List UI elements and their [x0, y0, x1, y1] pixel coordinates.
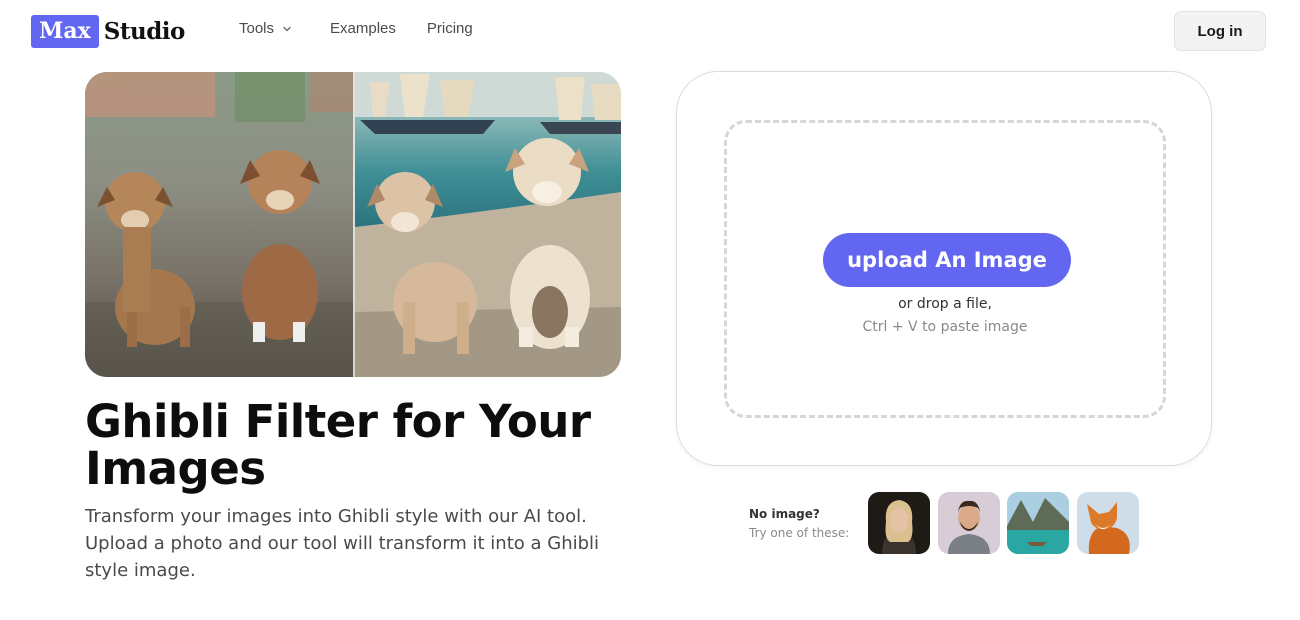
logo-text: Studio [103, 18, 186, 45]
upload-card: upload An Image or drop a file, Ctrl + V… [676, 71, 1212, 466]
drop-file-hint: or drop a file, [898, 296, 992, 312]
samples-label-line1: No image? [749, 507, 820, 521]
hero-before-after-image [85, 72, 621, 377]
login-button[interactable]: Log in [1174, 11, 1266, 51]
sample-thumb-lake[interactable] [1007, 492, 1069, 554]
chevron-down-icon [283, 26, 291, 31]
sample-thumb-fox[interactable] [1077, 492, 1139, 554]
nav-examples[interactable]: Examples [330, 20, 396, 37]
nav-pricing[interactable]: Pricing [427, 20, 473, 37]
upload-image-button[interactable]: upload An Image [823, 233, 1071, 287]
nav-tools-label: Tools [239, 20, 275, 37]
page-title: Ghibli Filter for Your Images [85, 395, 591, 495]
samples-label: No image? Try one of these: [749, 505, 849, 543]
page-description: Transform your images into Ghibli style … [85, 506, 600, 581]
drop-zone[interactable]: upload An Image or drop a file, Ctrl + V… [724, 120, 1166, 418]
main-nav: Tools Examples Pricing [239, 20, 473, 37]
logo-mark: Max [31, 15, 99, 48]
nav-tools[interactable]: Tools [239, 20, 292, 37]
samples-label-line2: Try one of these: [749, 526, 850, 540]
sample-thumb-man[interactable] [938, 492, 1000, 554]
logo[interactable]: Max Studio [31, 15, 185, 48]
paste-hint: Ctrl + V to paste image [862, 319, 1028, 335]
sample-thumb-woman[interactable] [868, 492, 930, 554]
header: Max Studio Tools Examples Pricing Log in [0, 0, 1300, 62]
